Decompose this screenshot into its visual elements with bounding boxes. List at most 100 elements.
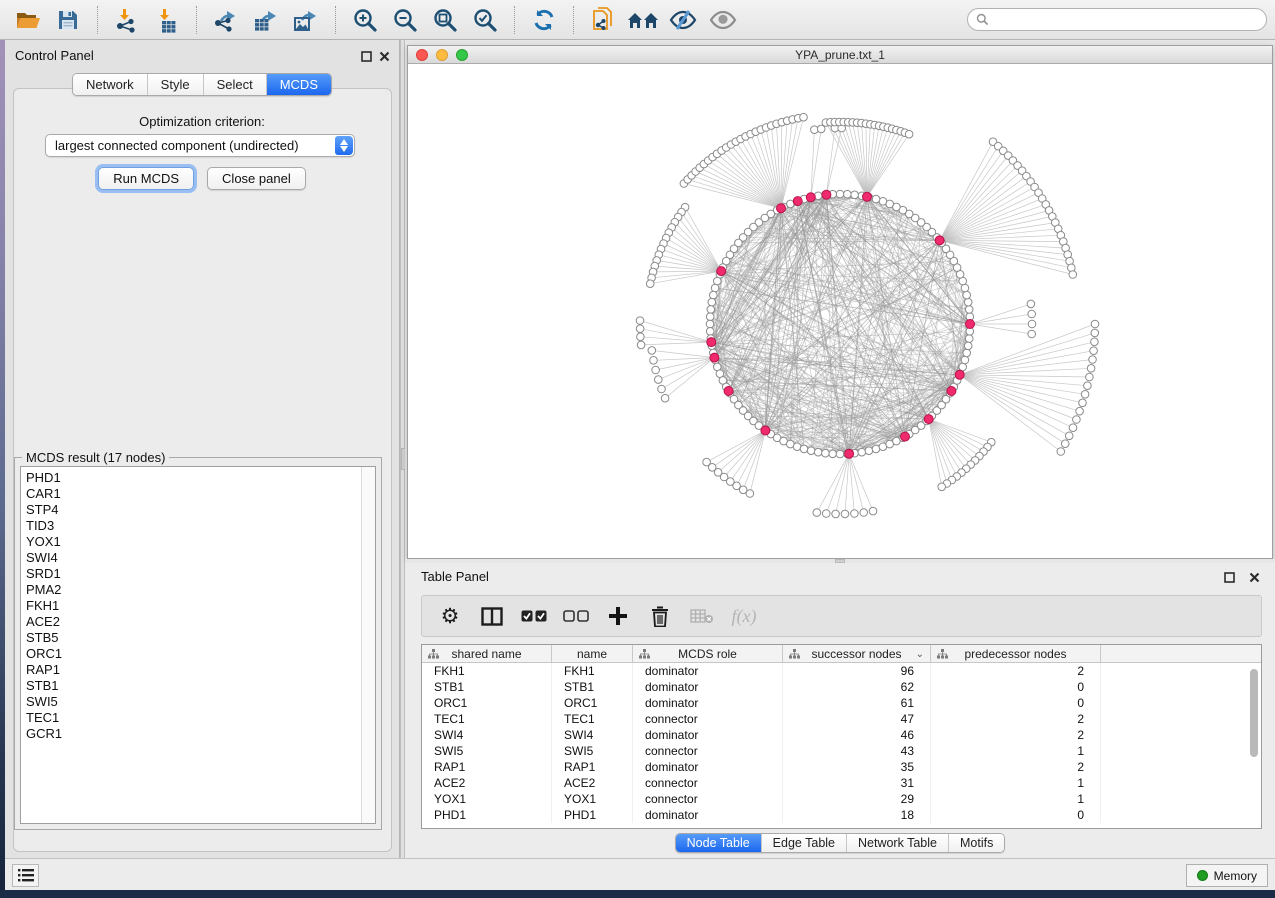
table-row[interactable]: STB1STB1dominator620 <box>422 679 1261 695</box>
table-cell[interactable]: RAP1 <box>552 759 633 775</box>
network-leaf-node[interactable] <box>646 280 654 288</box>
table-row[interactable]: SWI4SWI4dominator462 <box>422 727 1261 743</box>
function-builder-button[interactable]: f(x) <box>726 599 762 633</box>
table-cell[interactable]: 43 <box>783 743 931 759</box>
network-leaf-node[interactable] <box>1076 407 1084 415</box>
network-leaf-node[interactable] <box>1069 424 1077 432</box>
tab-network[interactable]: Network <box>73 74 147 95</box>
network-leaf-node[interactable] <box>658 385 666 393</box>
network-node[interactable] <box>814 448 822 456</box>
mcds-hub-node[interactable] <box>935 236 944 245</box>
table-cell[interactable]: FKH1 <box>552 663 633 679</box>
network-leaf-node[interactable] <box>905 130 913 138</box>
network-node[interactable] <box>807 447 815 455</box>
network-leaf-node[interactable] <box>1091 338 1099 346</box>
table-cell[interactable]: 0 <box>931 695 1101 711</box>
table-cell[interactable]: 0 <box>931 807 1101 823</box>
mcds-result-item[interactable]: SWI5 <box>21 694 375 710</box>
mcds-result-item[interactable]: TEC1 <box>21 710 375 726</box>
import-network-button[interactable] <box>107 3 147 37</box>
table-row[interactable]: RAP1RAP1dominator352 <box>422 759 1261 775</box>
mcds-result-item[interactable]: RAP1 <box>21 662 375 678</box>
table-cell[interactable]: dominator <box>633 759 783 775</box>
mcds-result-item[interactable]: SWI4 <box>21 550 375 566</box>
export-network-button[interactable] <box>206 3 246 37</box>
mcds-result-item[interactable]: CAR1 <box>21 486 375 502</box>
table-row[interactable]: TEC1TEC1connector472 <box>422 711 1261 727</box>
mcds-result-item[interactable]: ACE2 <box>21 614 375 630</box>
mcds-result-item[interactable]: STP4 <box>21 502 375 518</box>
table-cell[interactable]: connector <box>633 775 783 791</box>
mcds-hub-node[interactable] <box>707 338 716 347</box>
open-session-button[interactable] <box>8 3 48 37</box>
mcds-hub-node[interactable] <box>901 432 910 441</box>
mcds-result-item[interactable]: GCR1 <box>21 726 375 742</box>
network-node[interactable] <box>708 298 716 306</box>
sort-chevron-icon[interactable]: ⌄ <box>916 649 924 660</box>
first-neighbors-button[interactable] <box>623 3 663 37</box>
table-cell[interactable]: STB1 <box>552 679 633 695</box>
network-leaf-node[interactable] <box>869 507 877 515</box>
network-node[interactable] <box>961 356 969 364</box>
table-row[interactable]: ACE2ACE2connector311 <box>422 775 1261 791</box>
new-network-from-selection-button[interactable] <box>583 3 623 37</box>
table-cell[interactable]: YOX1 <box>422 791 552 807</box>
delete-table-button[interactable] <box>684 599 720 633</box>
mcds-result-item[interactable]: YOX1 <box>21 534 375 550</box>
network-leaf-node[interactable] <box>1028 330 1036 338</box>
network-node[interactable] <box>965 306 973 314</box>
network-node[interactable] <box>844 190 852 198</box>
network-canvas[interactable] <box>408 64 1272 558</box>
column-header-MCDS-role[interactable]: MCDS role <box>633 645 783 662</box>
network-node[interactable] <box>707 306 715 314</box>
network-leaf-node[interactable] <box>822 510 830 518</box>
network-node[interactable] <box>858 448 866 456</box>
table-cell[interactable]: SWI4 <box>552 727 633 743</box>
mcds-hub-node[interactable] <box>845 449 854 458</box>
network-leaf-node[interactable] <box>1061 440 1069 448</box>
close-panel-icon[interactable] <box>378 50 391 63</box>
column-header-shared-name[interactable]: shared name <box>422 645 552 662</box>
network-leaf-node[interactable] <box>1065 432 1073 440</box>
table-row[interactable]: YOX1YOX1connector291 <box>422 791 1261 807</box>
select-all-button[interactable] <box>516 599 552 633</box>
show-columns-button[interactable] <box>474 599 510 633</box>
mcds-result-item[interactable]: SRD1 <box>21 566 375 582</box>
hide-graphics-details-button[interactable] <box>703 3 743 37</box>
close-panel-icon[interactable] <box>1248 571 1261 584</box>
network-node[interactable] <box>800 445 808 453</box>
column-header-predecessor-nodes[interactable]: predecessor nodes <box>931 645 1101 662</box>
mcds-result-item[interactable]: TID3 <box>21 518 375 534</box>
table-cell[interactable]: 2 <box>931 759 1101 775</box>
mcds-result-item[interactable]: ORC1 <box>21 646 375 662</box>
table-cell[interactable]: 35 <box>783 759 931 775</box>
mcds-result-item[interactable]: STB5 <box>21 630 375 646</box>
network-leaf-node[interactable] <box>636 325 644 333</box>
table-cell[interactable]: TEC1 <box>422 711 552 727</box>
mcds-hub-node[interactable] <box>724 387 733 396</box>
export-image-button[interactable] <box>286 3 326 37</box>
close-panel-button[interactable]: Close panel <box>207 167 306 190</box>
zoom-fit-button[interactable] <box>425 3 465 37</box>
table-cell[interactable]: dominator <box>633 695 783 711</box>
zoom-out-button[interactable] <box>385 3 425 37</box>
mcds-result-item[interactable]: FKH1 <box>21 598 375 614</box>
table-cell[interactable]: RAP1 <box>422 759 552 775</box>
table-cell[interactable]: 31 <box>783 775 931 791</box>
network-leaf-node[interactable] <box>637 333 645 341</box>
table-cell[interactable]: 47 <box>783 711 931 727</box>
table-cell[interactable]: STB1 <box>422 679 552 695</box>
mcds-hub-node[interactable] <box>793 197 802 206</box>
import-table-button[interactable] <box>147 3 187 37</box>
network-leaf-node[interactable] <box>832 510 840 518</box>
table-cell[interactable]: 0 <box>931 679 1101 695</box>
table-cell[interactable]: 2 <box>931 727 1101 743</box>
table-cell[interactable]: connector <box>633 791 783 807</box>
tab-network-table[interactable]: Network Table <box>846 834 948 852</box>
zoom-in-button[interactable] <box>345 3 385 37</box>
table-row[interactable]: PHD1PHD1dominator180 <box>422 807 1261 823</box>
memory-button[interactable]: Memory <box>1186 864 1268 887</box>
float-panel-icon[interactable] <box>360 50 373 63</box>
table-cell[interactable]: dominator <box>633 727 783 743</box>
table-cell[interactable]: PHD1 <box>552 807 633 823</box>
